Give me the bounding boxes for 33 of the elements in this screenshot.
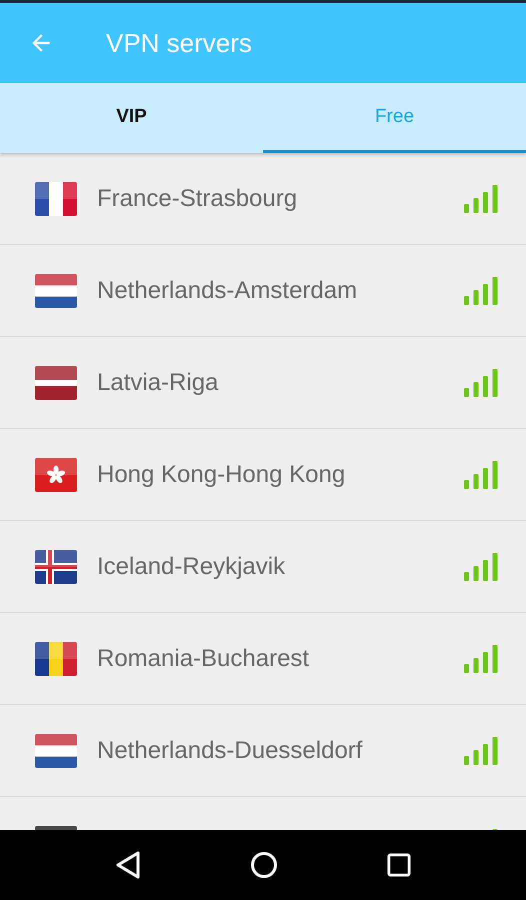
server-name: Netherlands-Amsterdam: [97, 276, 358, 304]
server-row[interactable]: Hong Kong-Hong Kong: [0, 429, 526, 521]
server-row[interactable]: France-Strasbourg: [0, 153, 526, 245]
server-row[interactable]: Romania-Bucharest: [0, 613, 526, 705]
server-row[interactable]: Iceland-Reykjavik: [0, 521, 526, 613]
signal-icon: [464, 736, 498, 764]
striped-flag-icon: [35, 366, 77, 400]
screen-title: VPN servers: [106, 28, 252, 58]
server-name: Iceland-Reykjavik: [97, 552, 286, 580]
tab[interactable]: VIP: [0, 83, 263, 153]
server-name: France-Strasbourg: [97, 184, 298, 212]
signal-icon: [464, 460, 498, 488]
signal-icon: [464, 184, 498, 212]
server-name: Hong Kong-Hong Kong: [97, 460, 346, 488]
server-row[interactable]: Latvia-Riga: [0, 337, 526, 429]
signal-icon: [464, 644, 498, 672]
server-name: Romania-Bucharest: [97, 644, 310, 672]
flower-flag-icon: [35, 458, 77, 492]
server-row[interactable]: Netherlands-Amsterdam: [0, 245, 526, 337]
signal-icon: [464, 368, 498, 396]
server-row[interactable]: Netherlands-Duesseldorf: [0, 705, 526, 797]
striped-flag-icon: [35, 734, 77, 768]
back-icon[interactable]: [114, 850, 141, 880]
signal-icon: [464, 552, 498, 580]
recents-icon[interactable]: [387, 853, 412, 877]
tricolor-flag-icon: [35, 182, 77, 216]
striped-flag-icon: [35, 274, 77, 308]
server-name: Latvia-Riga: [97, 368, 220, 396]
home-icon[interactable]: [250, 851, 278, 879]
cross-flag-icon: [35, 550, 77, 584]
signal-icon: [464, 276, 498, 304]
tricolor-flag-icon: [35, 642, 77, 676]
server-name: Netherlands-Duesseldorf: [97, 736, 364, 764]
